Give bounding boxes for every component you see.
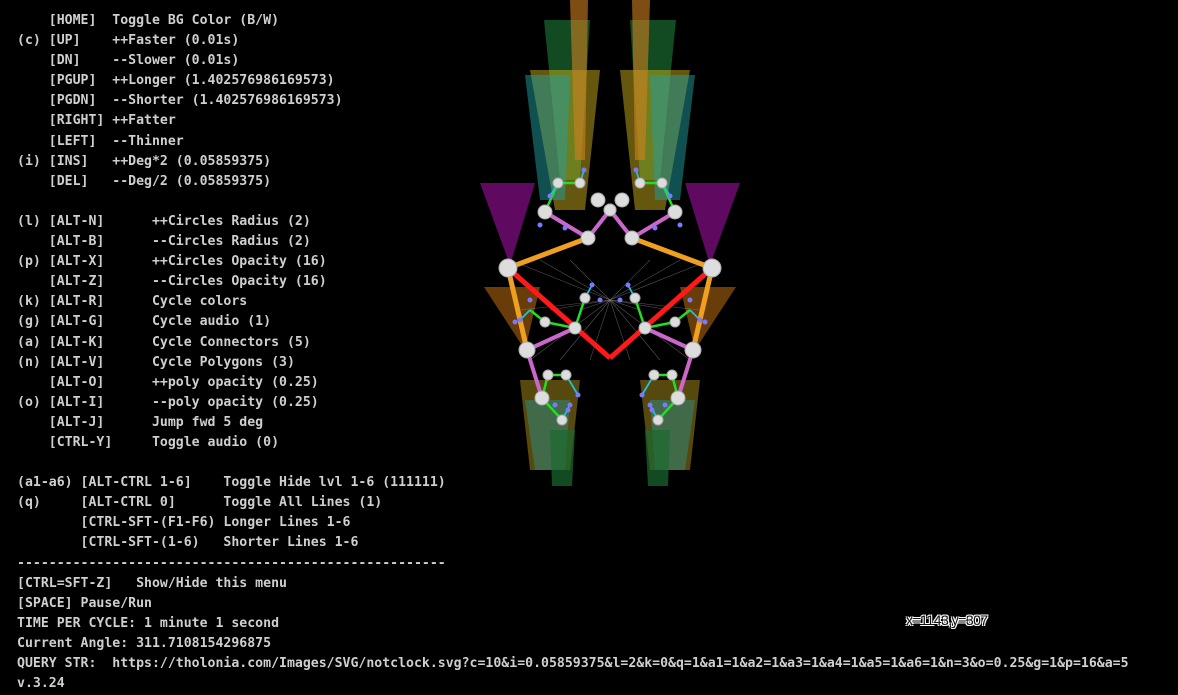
menu-line: QUERY STR: https://tholonia.com/Images/S… <box>17 656 1129 671</box>
node-dot <box>517 317 523 323</box>
cursor-coordinates: x=1143,y=307 <box>906 612 988 628</box>
thin-line <box>539 259 611 301</box>
node-circle <box>568 321 582 335</box>
node-dot <box>567 402 573 408</box>
orange-branch <box>507 235 589 271</box>
node-circle <box>539 316 551 328</box>
node-dot <box>589 282 595 288</box>
poly-wedge <box>525 75 570 200</box>
node-dot <box>537 222 543 228</box>
thin-line <box>569 259 611 301</box>
node-dot <box>512 319 518 325</box>
node-dot <box>527 297 533 303</box>
menu-line: Current Angle: 311.7108154296875 <box>17 635 272 651</box>
menu-line: [CTRL=SFT-Z] Show/Hide this menu <box>17 575 287 591</box>
node-circle <box>579 292 591 304</box>
violet-branch <box>543 210 590 240</box>
node-circle <box>590 192 606 208</box>
node-dot <box>581 167 587 173</box>
node-circle <box>556 414 568 426</box>
node-circle <box>518 341 536 359</box>
node-dot <box>552 402 558 408</box>
node-circle <box>534 390 550 406</box>
poly-wedge <box>480 183 535 265</box>
node-dot <box>562 225 568 231</box>
node-circle <box>498 258 518 278</box>
node-dot <box>547 193 553 199</box>
node-circle <box>574 177 586 189</box>
node-circle <box>560 369 572 381</box>
node-circle <box>552 177 564 189</box>
poly-wedge <box>484 287 540 350</box>
node-circle <box>580 230 596 246</box>
node-circle <box>537 204 553 220</box>
menu-line: v.3.24 <box>17 676 65 692</box>
poly-wedge <box>550 430 575 486</box>
menu-line: (q) [ALT-CTRL 0] Toggle All Lines (1) <box>17 495 383 511</box>
fractal-clock-art <box>480 0 750 490</box>
menu-line: [CTRL-SFT-(F1-F6) Longer Lines 1-6 <box>17 515 351 531</box>
node-dot <box>565 407 571 413</box>
menu-line: [SPACE] Pause/Run <box>17 595 152 611</box>
node-dot <box>597 297 603 303</box>
menu-line: [CTRL-SFT-(1-6) Shorter Lines 1-6 <box>17 535 359 551</box>
menu-line: ----------------------------------------… <box>17 555 446 571</box>
node-circle <box>542 369 554 381</box>
node-dot <box>575 392 581 398</box>
